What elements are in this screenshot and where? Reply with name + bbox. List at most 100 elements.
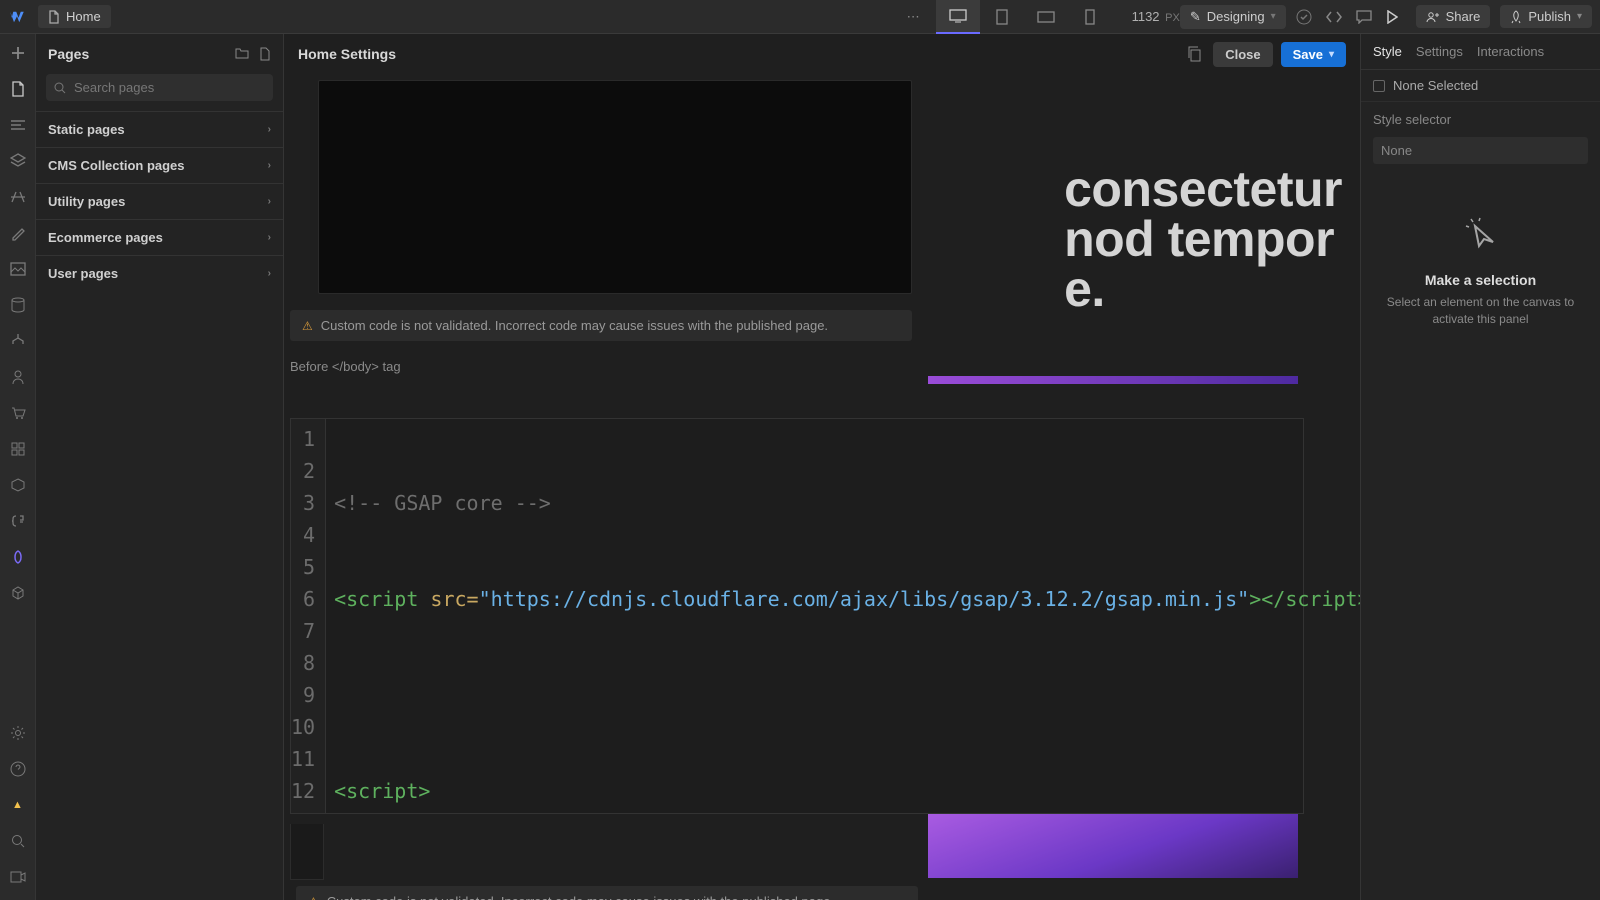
group-label: Utility pages: [48, 194, 125, 209]
code-warning-2: ⚠ Custom code is not validated. Incorrec…: [296, 886, 918, 900]
group-label: CMS Collection pages: [48, 158, 185, 173]
components-icon[interactable]: [9, 152, 27, 170]
code-warning-1: ⚠ Custom code is not validated. Incorrec…: [290, 310, 912, 341]
body-code-editor[interactable]: 1 2 3 4 5 6 7 8 9 10 11 12 <!-- GSAP cor…: [290, 418, 1304, 814]
page-group-static[interactable]: Static pages›: [36, 111, 283, 147]
styles-icon[interactable]: [9, 224, 27, 242]
logic-icon[interactable]: [9, 332, 27, 350]
copy-icon[interactable]: [1183, 42, 1205, 66]
person-plus-icon: [1426, 11, 1440, 23]
users-icon[interactable]: [9, 368, 27, 386]
warning-text: Custom code is not validated. Incorrect …: [321, 318, 828, 333]
code-icon[interactable]: [1326, 11, 1346, 23]
chevron-right-icon: ›: [268, 232, 271, 243]
canvas-width-value: 1132: [1132, 9, 1160, 24]
page-group-utility[interactable]: Utility pages ›: [36, 183, 283, 219]
tab-style[interactable]: Style: [1373, 44, 1402, 59]
head-code-editor[interactable]: [318, 80, 912, 294]
canvas-hero-text: consectetur nod tempor e.: [1064, 164, 1342, 314]
apps2-icon[interactable]: [9, 476, 27, 494]
warning-icon: ⚠: [308, 895, 319, 900]
tablet-viewport-button[interactable]: [980, 0, 1024, 34]
settings-area: consectetur nod tempor e. Home Settings …: [284, 34, 1360, 900]
group-label: Static pages: [48, 122, 125, 137]
chevron-right-icon: ›: [268, 196, 271, 207]
finsweet-icon[interactable]: [9, 512, 27, 530]
page-selector-button[interactable]: Home: [38, 5, 111, 28]
new-page-icon[interactable]: [259, 47, 271, 61]
current-page-label: Home: [66, 9, 101, 24]
preview-icon[interactable]: [1386, 10, 1406, 24]
desktop-viewport-button[interactable]: [936, 0, 980, 34]
close-button[interactable]: Close: [1213, 42, 1272, 67]
comment-icon[interactable]: [1356, 10, 1376, 24]
new-folder-icon[interactable]: [235, 47, 249, 61]
webflow-logo[interactable]: [0, 0, 34, 34]
code-body[interactable]: <!-- GSAP core --> <script src="https://…: [326, 419, 1360, 813]
canvas-width[interactable]: 1132 PX: [1132, 9, 1180, 24]
ecommerce-icon[interactable]: [9, 404, 27, 422]
pages-panel: Pages Search pages Static pages› CMS Col…: [36, 34, 284, 900]
share-button[interactable]: Share: [1416, 5, 1491, 28]
landscape-viewport-button[interactable]: [1024, 0, 1068, 34]
save-label: Save: [1293, 47, 1323, 62]
page-group-cms[interactable]: CMS Collection pages ›: [36, 147, 283, 183]
viewport-switcher: [936, 0, 1112, 34]
warning-icon: ⚠: [302, 319, 313, 333]
publish-label: Publish: [1528, 9, 1571, 24]
settings-title: Home Settings: [298, 46, 396, 62]
hint-title: Make a selection: [1425, 272, 1536, 288]
apps-icon[interactable]: [9, 440, 27, 458]
pages-title: Pages: [48, 46, 89, 62]
check-icon[interactable]: [1296, 9, 1316, 25]
top-bar: Home ⋯ 1132 PX ✎ Designing ▾: [0, 0, 1600, 34]
navigator-icon[interactable]: [9, 116, 27, 134]
more-icon[interactable]: ⋯: [893, 9, 936, 25]
pencil-icon: ✎: [1190, 9, 1201, 25]
search-placeholder: Search pages: [74, 80, 154, 95]
none-selected-label: None Selected: [1393, 78, 1478, 93]
search-pages-input[interactable]: Search pages: [46, 74, 273, 101]
mode-switcher[interactable]: ✎ Designing ▾: [1180, 5, 1286, 29]
mobile-viewport-button[interactable]: [1068, 0, 1112, 34]
canvas-width-unit: PX: [1165, 12, 1180, 24]
chevron-right-icon: ›: [268, 160, 271, 171]
chevron-right-icon: ›: [268, 268, 271, 279]
tab-settings[interactable]: Settings: [1416, 44, 1463, 59]
selection-row: None Selected: [1361, 70, 1600, 102]
code-gutter: 1 2 3 4 5 6 7 8 9 10 11 12: [291, 419, 326, 813]
publish-button[interactable]: Publish ▾: [1500, 5, 1592, 28]
search-icon[interactable]: [9, 832, 27, 850]
video-icon[interactable]: [9, 868, 27, 886]
mode-label: Designing: [1207, 9, 1265, 24]
style-selector-label: Style selector: [1361, 102, 1600, 137]
editor-gutter-tail: [290, 824, 324, 880]
page-group-ecommerce[interactable]: Ecommerce pages›: [36, 219, 283, 255]
tab-interactions[interactable]: Interactions: [1477, 44, 1544, 59]
style-selector-input[interactable]: None: [1373, 137, 1588, 164]
settings-header: Home Settings Close Save ▾: [284, 34, 1360, 74]
chevron-down-icon: ▾: [1577, 11, 1582, 22]
rocket-icon: [1510, 10, 1522, 24]
variables-icon[interactable]: [9, 188, 27, 206]
add-icon[interactable]: [9, 44, 27, 62]
cms-icon[interactable]: [9, 296, 27, 314]
right-panel: Style Settings Interactions None Selecte…: [1360, 34, 1600, 900]
before-body-label: Before </body> tag: [290, 359, 1360, 374]
empty-state: Make a selection Select an element on th…: [1361, 164, 1600, 900]
warning-icon[interactable]: ▲: [9, 796, 27, 814]
page-icon: [48, 10, 60, 24]
search-icon: [54, 82, 66, 94]
assets-icon[interactable]: [9, 260, 27, 278]
app-active-icon[interactable]: [9, 548, 27, 566]
box-icon[interactable]: [9, 584, 27, 602]
right-tabs: Style Settings Interactions: [1361, 34, 1600, 70]
settings-icon[interactable]: [9, 724, 27, 742]
warning-text: Custom code is not validated. Incorrect …: [327, 894, 834, 900]
checkbox-icon: [1373, 80, 1385, 92]
chevron-down-icon: ▾: [1329, 49, 1334, 60]
save-button[interactable]: Save ▾: [1281, 42, 1346, 67]
help-icon[interactable]: [9, 760, 27, 778]
pages-icon[interactable]: [9, 80, 27, 98]
page-group-user[interactable]: User pages›: [36, 255, 283, 291]
